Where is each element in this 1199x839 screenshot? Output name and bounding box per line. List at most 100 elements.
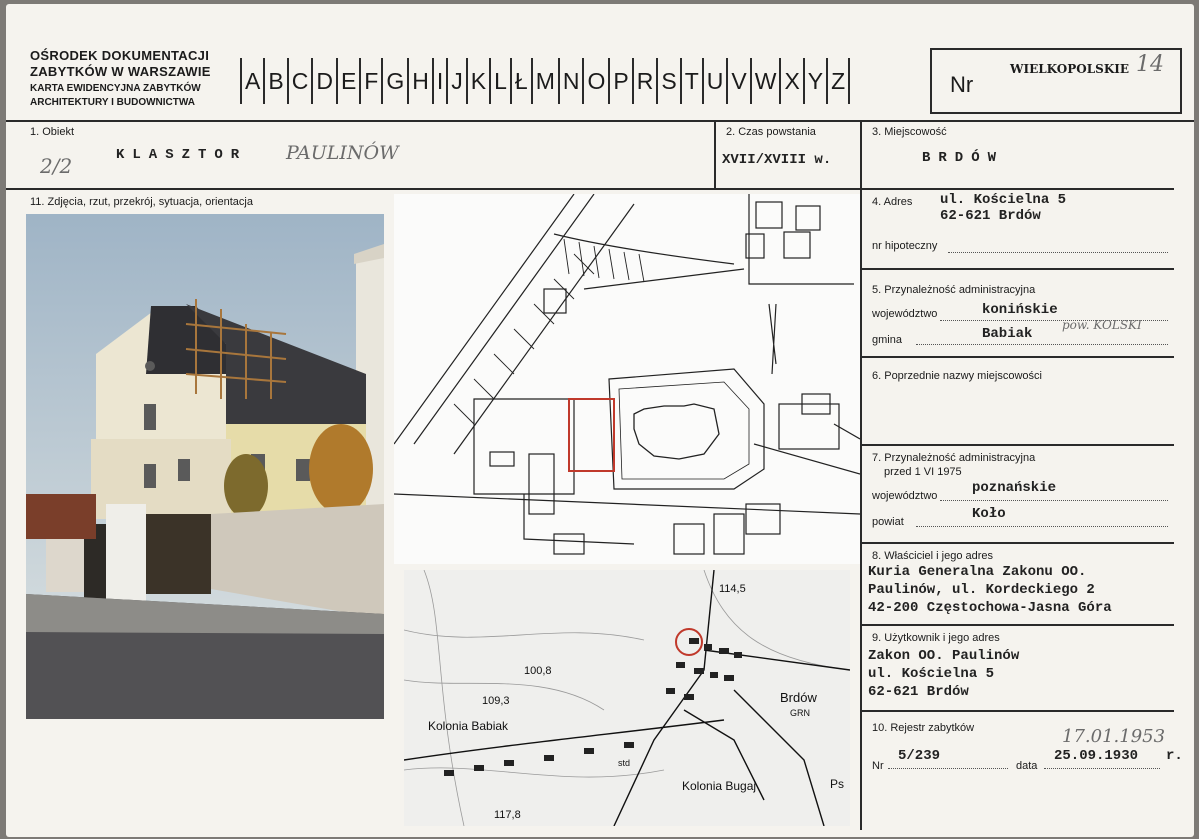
miejscowosc-value: BRDÓW [922,150,1005,166]
index-letter: X [784,67,800,94]
elevation-label: 100,8 [524,665,552,677]
index-letter: Ł [514,67,528,94]
letter-separator [582,58,585,104]
gmina-label: gmina [872,334,902,346]
index-letter: U [706,67,724,94]
czas-label: 2. Czas powstania [726,126,816,138]
monastery-photo [26,214,384,719]
index-letter: J [451,67,463,94]
przed-label-line1: 7. Przynależność administracyjna [872,452,1036,464]
card-type-line2: ARCHITEKTURY I BUDOWNICTWA [30,97,195,108]
letter-separator [240,58,242,104]
obiekt-value: KLASZTOR [116,147,248,163]
letter-separator [749,58,752,104]
index-letter: K [470,67,487,94]
index-letter: Z [831,67,846,94]
index-letter: D [316,67,333,94]
wlasciciel-label: 8. Właściciel i jego adres [872,550,994,562]
wlasciciel-line2: Paulinów, ul. Kordeckiego 2 [868,582,1095,598]
rejestr-data-suffix: r. [1166,748,1183,764]
index-letter: N [562,67,580,94]
przed-label-line2: przed 1 VI 1975 [884,466,962,478]
letter-separator [779,58,782,104]
letter-separator [431,58,434,104]
rejestr-data-value: 25.09.1930 [1054,748,1139,764]
poprzednie-label: 6. Poprzednie nazwy miejscowości [872,370,1042,382]
wlasciciel-line3: 42-200 Częstochowa-Jasna Góra [868,600,1112,616]
index-letter: G [386,67,405,94]
rejestr-data-handwritten: 17.01.1953 [1062,726,1166,747]
uzytkownik-line3: 62-621 Brdów [868,684,969,700]
place-label: Kolonia Babiak [428,719,509,733]
rejestr-nr-label: Nr [872,760,884,772]
przed-wojewodztwo-value: poznańskie [972,480,1057,496]
card-type-line1: KARTA EWIDENCYJNA ZABYTKÓW [30,83,201,94]
uzytkownik-line2: ul. Kościelna 5 [868,666,995,682]
rejestr-label: 10. Rejestr zabytków [872,722,975,734]
letter-separator [848,58,851,104]
wlasciciel-line1: Kuria Generalna Zakonu OO. [868,564,1087,580]
index-letter: S [661,67,677,94]
adres-line2: 62-621 Brdów [940,208,1041,224]
index-letter: L [494,67,507,94]
index-letter: R [636,67,654,94]
obiekt-number: 2/2 [40,154,73,178]
index-letter: H [412,67,429,94]
org-name-line2: ZABYTKÓW W WARSZAWIE [30,64,211,79]
przed-wojewodztwo-label: województwo [872,490,938,502]
region-number: 14 [1136,52,1164,77]
letter-separator [359,58,362,104]
letter-separator [557,58,560,104]
place-label: std [618,758,630,768]
letter-separator [826,58,829,104]
adres-label: 4. Adres [872,196,913,208]
nr-label: Nr [950,72,974,97]
uzytkownik-label: 9. Użytkownik i jego adres [872,632,1000,644]
obiekt-label: 1. Obiekt [30,126,75,138]
region-stamp: WIELKOPOLSKIE [1010,62,1130,76]
alphabet-index: ABCDEFGHIJKLŁMNOPRSTUVWXYZ [238,48,852,114]
letter-separator [465,58,468,104]
index-letter: I [436,67,444,94]
letter-separator [679,58,682,104]
place-label: Brdów [780,690,817,705]
situation-plan [394,194,860,564]
hipoteczny-label: nr hipoteczny [872,240,938,252]
gmina-handwritten: pow. KOLSKI [1062,318,1142,332]
letter-separator [335,58,338,104]
org-name-line1: OŚRODEK DOKUMENTACJI [30,48,210,63]
letter-separator [489,58,492,104]
czas-value: XVII/XVIII w. [722,152,832,168]
index-letter: T [684,67,699,94]
elevation-label: 117,8 [494,809,521,821]
index-letter: F [364,67,379,94]
gmina-value: Babiak [982,326,1033,342]
rejestr-data-label: data [1016,760,1038,772]
index-letter: E [340,67,357,94]
letter-separator [446,58,449,104]
place-label: GRN [790,708,810,718]
wojewodztwo-label: województwo [872,308,938,320]
powiat-label: powiat [872,516,904,528]
letter-separator [263,58,266,104]
place-label: Kolonia Bugaj [682,779,756,793]
powiat-value: Koło [972,506,1006,522]
letter-separator [608,58,611,104]
uzytkownik-line1: Zakon OO. Paulinów [868,648,1020,664]
adres-line1: ul. Kościelna 5 [940,192,1067,208]
letter-separator [631,58,634,104]
letter-separator [311,58,314,104]
letter-separator [407,58,410,104]
index-letter: A [245,67,261,94]
index-letter: C [291,67,309,94]
obiekt-handwritten: PAULINÓW [286,142,399,164]
letter-separator [656,58,659,104]
index-letter: P [613,67,629,94]
index-letter: B [268,67,284,94]
index-letter: O [587,67,606,94]
letter-separator [286,58,289,104]
letter-separator [509,58,512,104]
przynaleznosc-label: 5. Przynależność administracyjna [872,284,1036,296]
place-label: Ps [830,777,844,791]
letter-separator [701,58,704,104]
